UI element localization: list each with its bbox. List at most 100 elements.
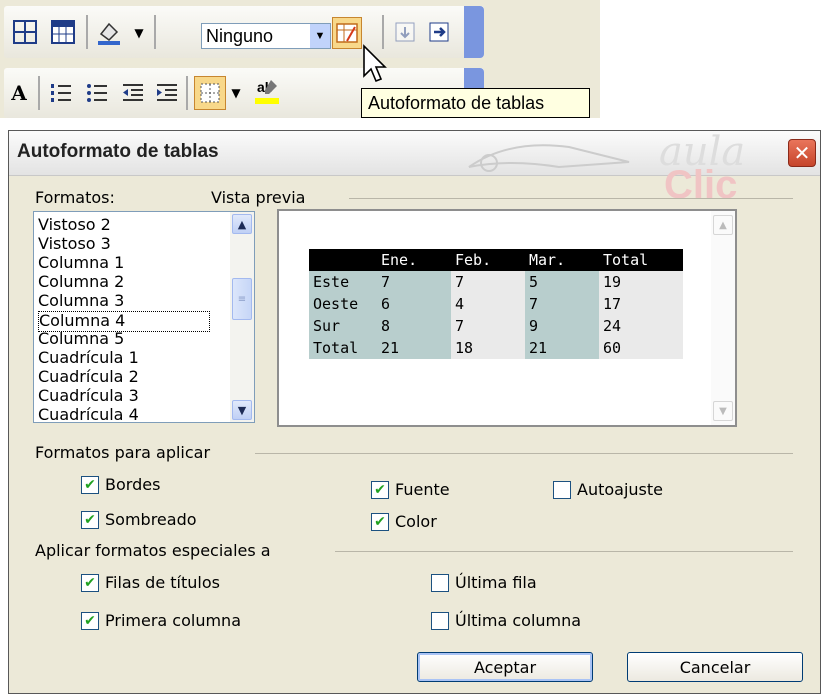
formats-listbox[interactable]: Vistoso 2 Vistoso 3 Columna 1 Columna 2 … xyxy=(33,211,255,423)
fuente-label[interactable]: Fuente xyxy=(395,480,450,499)
list-item[interactable]: Columna 1 xyxy=(38,254,124,273)
dialog-titlebar[interactable]: aula Clic Autoformato de tablas ✕ xyxy=(9,131,820,207)
bordes-checkbox[interactable]: ✔ xyxy=(81,476,99,494)
primera-columna-checkbox[interactable]: ✔ xyxy=(81,612,99,630)
list-item[interactable]: Cuadrícula 3 xyxy=(38,387,139,406)
table-cell: 5 xyxy=(525,271,599,293)
toolbar-separator xyxy=(154,15,156,49)
scroll-down-icon: ▼ xyxy=(713,401,733,421)
color-label[interactable]: Color xyxy=(395,512,437,531)
preview-label: Vista previa xyxy=(211,188,306,207)
toolbar-row-1: ▼ Ninguno ▼ xyxy=(4,6,484,58)
chevron-down-icon[interactable]: ▼ xyxy=(310,24,330,48)
table-header-cell: Mar. xyxy=(529,251,566,269)
autoajuste-label[interactable]: Autoajuste xyxy=(577,480,663,499)
shading-color-icon[interactable] xyxy=(94,17,124,47)
borders-icon[interactable] xyxy=(194,76,226,110)
table-cell: Oeste xyxy=(309,293,377,315)
graduation-cap-icon xyxy=(468,144,630,172)
formats-scrollbar[interactable]: ▲ ≡ ▼ xyxy=(230,212,254,422)
toolbar-options-grip[interactable] xyxy=(464,6,484,58)
insert-excel-table-icon[interactable] xyxy=(48,17,78,47)
toolbar-separator xyxy=(186,76,188,110)
ultima-columna-checkbox[interactable] xyxy=(431,612,449,630)
table-cell: 7 xyxy=(525,293,599,315)
table-cell: 21 xyxy=(525,337,599,359)
table-cell: 21 xyxy=(377,337,451,359)
ultima-columna-label[interactable]: Última columna xyxy=(455,611,581,630)
ultima-fila-label[interactable]: Última fila xyxy=(455,573,537,592)
change-text-direction-icon[interactable]: A xyxy=(4,78,34,108)
ultima-fila-checkbox[interactable] xyxy=(431,574,449,592)
decrease-indent-icon[interactable] xyxy=(118,78,148,108)
bordes-label[interactable]: Bordes xyxy=(105,475,160,494)
ok-button[interactable]: Aceptar xyxy=(417,652,593,682)
apply-group-label: Formatos para aplicar xyxy=(35,443,211,462)
list-item[interactable]: Cuadrícula 2 xyxy=(38,368,139,387)
table-header-cell: Ene. xyxy=(381,251,418,269)
list-item[interactable]: Columna 5 xyxy=(38,330,124,349)
primera-columna-label[interactable]: Primera columna xyxy=(105,611,241,630)
table-cell: 8 xyxy=(377,315,451,337)
table-cell: 60 xyxy=(599,337,683,359)
mouse-cursor-icon xyxy=(363,44,387,83)
list-item[interactable]: Vistoso 2 xyxy=(38,216,111,235)
list-item[interactable]: Cuadrícula 4 xyxy=(38,406,139,423)
table-cell: 7 xyxy=(451,315,525,337)
table-cell: Total xyxy=(309,337,377,359)
bullet-list-icon[interactable] xyxy=(82,78,112,108)
insert-column-right-icon[interactable] xyxy=(424,17,454,47)
table-header-cell: Total xyxy=(603,251,649,269)
cancel-button[interactable]: Cancelar xyxy=(627,652,803,682)
formatting-toolbar: ▼ Ninguno ▼ A ▼ ab Autoformato de tablas xyxy=(0,0,600,118)
list-item[interactable]: Vistoso 3 xyxy=(38,235,111,254)
formats-label: Formatos: xyxy=(35,188,115,207)
dialog-title: Autoformato de tablas xyxy=(17,141,219,162)
color-checkbox[interactable]: ✔ xyxy=(371,513,389,531)
special-group-label: Aplicar formatos especiales a xyxy=(35,541,271,560)
table-cell: 17 xyxy=(599,293,683,315)
autoajuste-checkbox[interactable] xyxy=(553,481,571,499)
scroll-up-icon[interactable]: ▲ xyxy=(232,214,252,234)
table-autoformat-icon[interactable] xyxy=(332,17,362,49)
list-item[interactable]: Cuadrícula 1 xyxy=(38,349,139,368)
highlight-color-icon[interactable]: ab xyxy=(252,76,282,106)
tooltip: Autoformato de tablas xyxy=(361,88,590,118)
sombreado-checkbox[interactable]: ✔ xyxy=(81,511,99,529)
table-cell: 19 xyxy=(599,271,683,293)
scroll-thumb[interactable]: ≡ xyxy=(232,278,252,320)
border-style-value: Ninguno xyxy=(206,25,274,46)
insert-row-below-icon[interactable] xyxy=(390,17,420,47)
table-cell: 24 xyxy=(599,315,683,337)
preview-group-line xyxy=(349,198,793,199)
list-item[interactable]: Columna 3 xyxy=(38,292,124,311)
preview-table: Ene. Feb. Mar. Total Este 7 7 5 19 Oeste… xyxy=(309,249,683,359)
autoformat-dialog: aula Clic Autoformato de tablas ✕ Format… xyxy=(8,130,821,694)
table-header-cell xyxy=(309,249,377,271)
chevron-down-icon[interactable]: ▼ xyxy=(226,78,246,108)
preview-scrollbar: ▲ ▼ xyxy=(711,211,735,425)
special-group-line xyxy=(335,551,793,552)
numbered-list-icon[interactable] xyxy=(46,78,76,108)
list-item[interactable]: Columna 2 xyxy=(38,273,124,292)
filas-titulos-checkbox[interactable]: ✔ xyxy=(81,574,99,592)
preview-pane: Ene. Feb. Mar. Total Este 7 7 5 19 Oeste… xyxy=(277,209,737,427)
table-cell: 4 xyxy=(451,293,525,315)
aula-clic-logo-text: Clic xyxy=(664,163,738,207)
fuente-checkbox[interactable]: ✔ xyxy=(371,481,389,499)
sombreado-label[interactable]: Sombreado xyxy=(105,510,197,529)
increase-indent-icon[interactable] xyxy=(152,78,182,108)
chevron-down-icon[interactable]: ▼ xyxy=(124,18,154,48)
close-icon: ✕ xyxy=(793,141,811,165)
close-button[interactable]: ✕ xyxy=(788,139,816,167)
toolbar-separator xyxy=(38,76,40,110)
scroll-down-icon[interactable]: ▼ xyxy=(232,400,252,420)
table-cell: 18 xyxy=(451,337,525,359)
border-style-combo[interactable]: Ninguno ▼ xyxy=(201,23,331,49)
filas-titulos-label[interactable]: Filas de títulos xyxy=(105,573,220,592)
table-cell: 7 xyxy=(451,271,525,293)
table-cell: Este xyxy=(309,271,377,293)
apply-group-line xyxy=(255,453,793,454)
insert-table-icon[interactable] xyxy=(10,17,40,47)
toolbar-separator xyxy=(86,15,88,49)
